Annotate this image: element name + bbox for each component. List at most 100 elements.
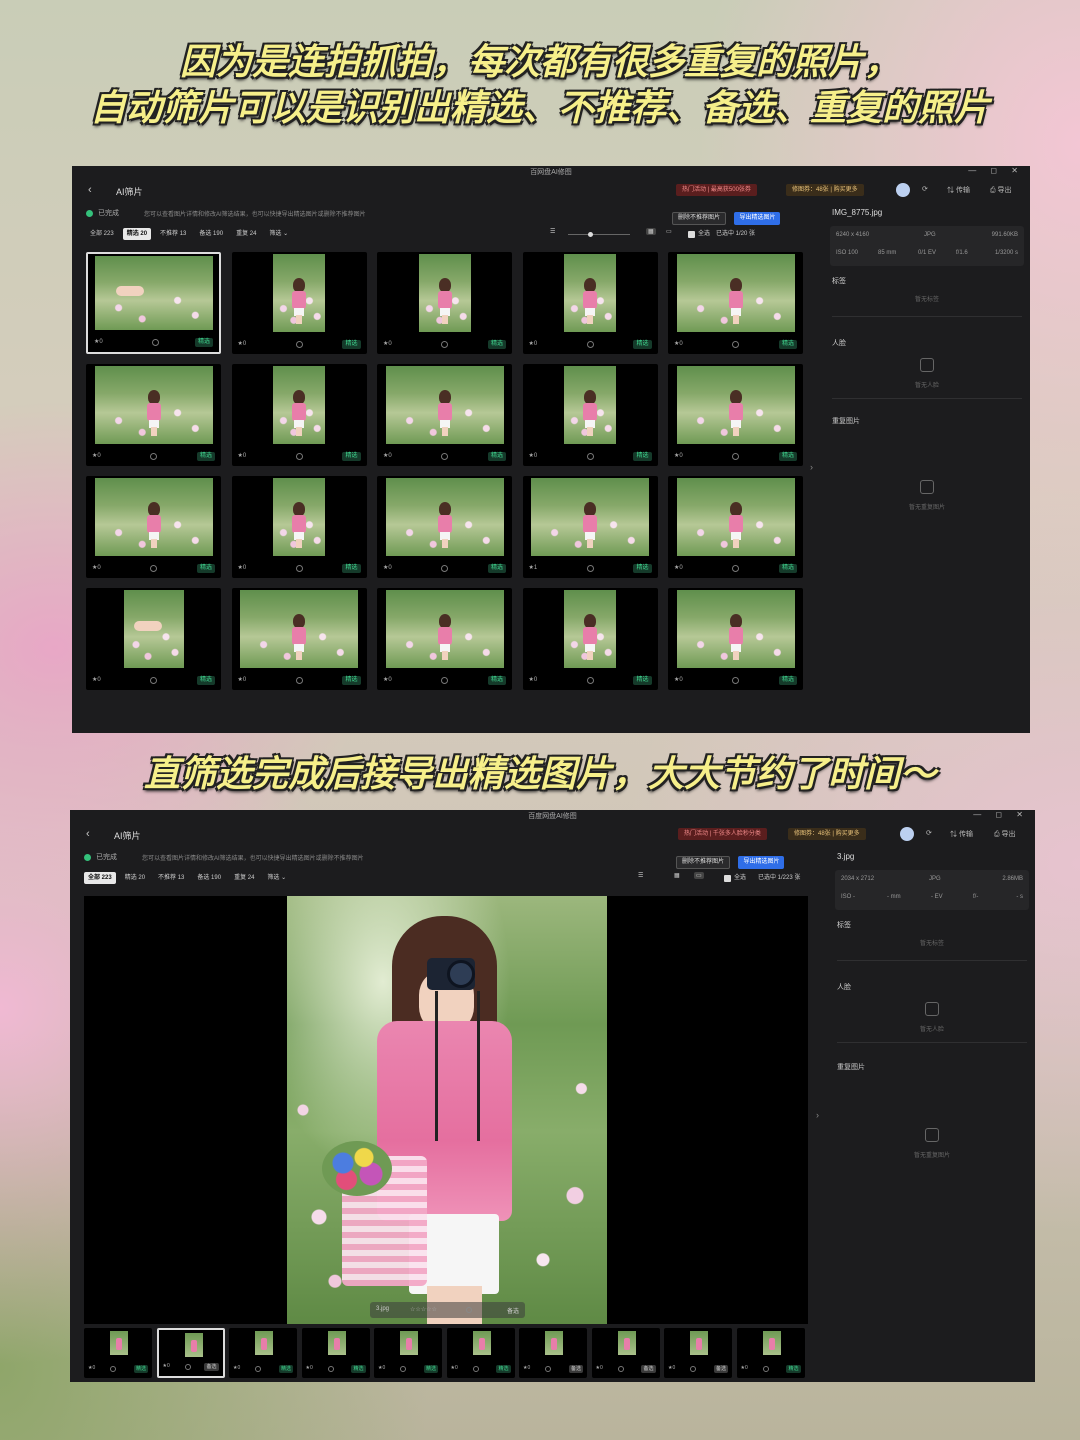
thumbnail-photo[interactable]	[762, 1331, 781, 1355]
photo-thumbnail[interactable]	[385, 366, 504, 444]
filter-tab[interactable]: 精选 20	[122, 228, 152, 240]
avatar[interactable]	[896, 183, 910, 197]
star-rating[interactable]: ★0	[92, 676, 101, 683]
transfer-button[interactable]: ⇅ 传输	[950, 829, 973, 839]
star-rating[interactable]: ★0	[94, 338, 103, 345]
filter-tab[interactable]: 重复 24	[230, 872, 258, 884]
mark-circle[interactable]	[732, 453, 739, 460]
single-view-icon[interactable]: ▭	[666, 228, 672, 235]
classification-tag[interactable]: 精选	[196, 676, 215, 685]
star-rating[interactable]: ★0	[378, 1365, 385, 1371]
classification-tag[interactable]: 精选	[196, 452, 215, 461]
transfer-button[interactable]: ⇅ 传输	[947, 185, 970, 195]
filter-tab[interactable]: 备选 190	[195, 228, 227, 240]
photo-card[interactable]: ★0 精选	[522, 588, 658, 690]
photo-thumbnail[interactable]	[94, 256, 213, 330]
classification-tag[interactable]: 精选	[778, 340, 797, 349]
photo-thumbnail[interactable]	[240, 590, 358, 668]
photo-card[interactable]: ★0 精选	[522, 252, 658, 354]
mark-circle[interactable]	[441, 453, 448, 460]
filter-tab[interactable]: 重复 24	[232, 228, 260, 240]
mark-circle[interactable]	[184, 1364, 191, 1370]
photo-thumbnail[interactable]	[273, 478, 325, 556]
sort-icon[interactable]: ☰	[550, 228, 555, 235]
star-rating[interactable]: ★0	[383, 340, 392, 347]
quota-badge[interactable]: 修图券：48张 | 购买更多	[788, 828, 866, 840]
thumbnail-photo[interactable]	[184, 1333, 203, 1357]
classification-tag[interactable]: 精选	[342, 676, 361, 685]
refresh-icon[interactable]: ⟳	[926, 829, 932, 837]
photo-thumbnail[interactable]	[531, 478, 649, 556]
strip-thumbnail[interactable]: ★0 备选	[519, 1328, 587, 1378]
mark-circle[interactable]	[441, 565, 448, 572]
avatar[interactable]	[900, 827, 914, 841]
mark-circle[interactable]	[762, 1366, 769, 1372]
photo-card[interactable]: ★0 精选	[231, 476, 367, 578]
photo-thumbnail[interactable]	[94, 366, 213, 444]
select-all-checkbox[interactable]	[688, 231, 695, 238]
star-rating[interactable]: ★0	[238, 564, 247, 571]
collapse-panel-icon[interactable]: ›	[816, 1110, 819, 1120]
grid-view-icon[interactable]: ▦	[674, 872, 680, 879]
photo-thumbnail[interactable]	[676, 478, 795, 556]
mark-circle[interactable]	[150, 565, 157, 572]
mark-circle[interactable]	[400, 1366, 406, 1372]
select-all-checkbox[interactable]	[724, 875, 731, 882]
thumbnail-photo[interactable]	[690, 1331, 708, 1355]
photo-card[interactable]: ★0 精选	[377, 476, 512, 578]
mark-circle[interactable]	[327, 1366, 334, 1372]
window-controls[interactable]: — ◻ ✕	[973, 810, 1029, 819]
strip-thumbnail[interactable]: ★0 精选	[374, 1328, 442, 1378]
mark-circle[interactable]	[732, 677, 739, 684]
star-rating[interactable]: ★0	[233, 1365, 240, 1371]
mark-circle[interactable]	[441, 341, 448, 348]
star-rating[interactable]: ★0	[523, 1365, 530, 1371]
photo-card[interactable]: ★0 精选	[86, 364, 221, 466]
filter-tab[interactable]: 不推荐 13	[156, 228, 190, 240]
strip-thumbnail[interactable]: ★0 备选	[156, 1328, 225, 1378]
thumbnail-photo[interactable]	[327, 1331, 346, 1355]
rating-stars[interactable]: ☆☆☆☆☆	[410, 1306, 437, 1313]
thumbnail-photo[interactable]	[110, 1331, 128, 1355]
photo-card[interactable]: ★0 精选	[86, 476, 221, 578]
thumbnail-photo[interactable]	[400, 1331, 418, 1355]
delete-not-recommended-button[interactable]: 删除不推荐图片	[672, 212, 727, 225]
mark-circle[interactable]	[110, 1366, 116, 1372]
photo-card[interactable]: ★0 精选	[231, 588, 367, 690]
classification-tag[interactable]: 精选	[487, 676, 506, 685]
mark-circle[interactable]	[150, 677, 157, 684]
photo-card[interactable]: ★0 精选	[377, 364, 512, 466]
star-rating[interactable]: ★0	[668, 1365, 675, 1371]
mark-circle[interactable]	[586, 677, 594, 684]
photo-thumbnail[interactable]	[123, 590, 184, 668]
back-icon[interactable]: ‹	[88, 184, 92, 196]
strip-thumbnail[interactable]: ★0 精选	[301, 1328, 370, 1378]
classification-tag[interactable]: 精选	[633, 676, 652, 685]
classification-tag[interactable]: 精选	[194, 338, 213, 347]
star-rating[interactable]: ★0	[238, 676, 247, 683]
mark-circle[interactable]	[690, 1366, 696, 1372]
export-top-button[interactable]: ⎙ 导出	[994, 829, 1016, 839]
mark-circle[interactable]	[152, 339, 159, 346]
star-rating[interactable]: ★0	[674, 452, 683, 459]
star-rating[interactable]: ★0	[238, 452, 247, 459]
photo-thumbnail[interactable]	[564, 366, 616, 444]
photo-card[interactable]: ★0 精选	[668, 252, 803, 354]
photo-card[interactable]: ★0 精选	[377, 588, 512, 690]
classification-tag[interactable]: 精选	[778, 676, 797, 685]
single-view-icon[interactable]: ▭	[694, 872, 704, 879]
filter-dropdown[interactable]: 筛选 ⌄	[265, 228, 292, 240]
window-controls[interactable]: — ◻ ✕	[968, 166, 1024, 175]
classification-tag[interactable]: 精选	[133, 1365, 148, 1373]
classification-tag[interactable]: 精选	[496, 1365, 511, 1373]
mark-circle[interactable]	[545, 1366, 551, 1372]
classification-tag[interactable]: 精选	[633, 452, 652, 461]
mark-circle[interactable]	[441, 677, 448, 684]
export-selected-button[interactable]: 导出精选图片	[734, 212, 781, 225]
classification-tag[interactable]: 精选	[351, 1365, 366, 1373]
photo-card[interactable]: ★0 精选	[86, 252, 221, 354]
thumbnail-photo[interactable]	[617, 1331, 636, 1355]
mark-circle[interactable]	[255, 1366, 261, 1372]
strip-thumbnail[interactable]: ★0 精选	[229, 1328, 297, 1378]
mark-circle[interactable]	[295, 677, 303, 684]
